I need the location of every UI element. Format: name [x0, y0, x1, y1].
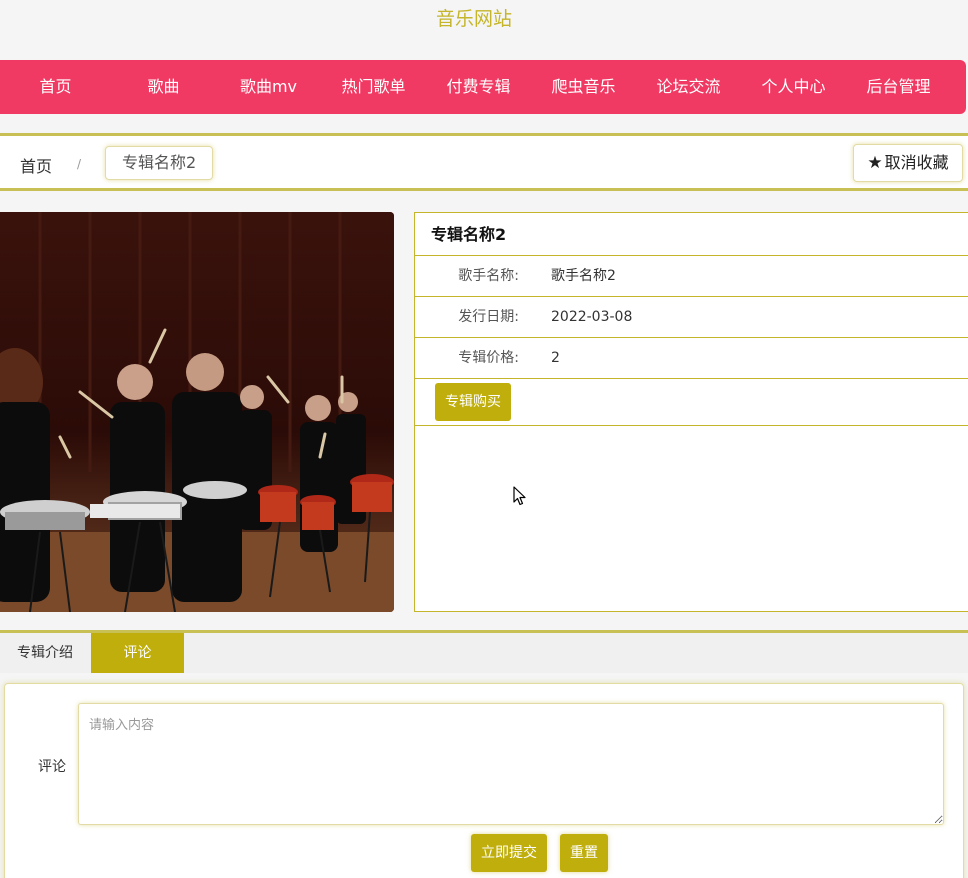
album-info-panel: 专辑名称2 歌手名称: 歌手名称2 发行日期: 2022-03-08 专辑价格:… [414, 212, 968, 612]
star-icon: ★ [867, 153, 883, 173]
release-date-value: 2022-03-08 [551, 309, 633, 325]
info-row-release-date: 发行日期: 2022-03-08 [415, 297, 968, 338]
nav-item-song-mv[interactable]: 歌曲mv [216, 60, 321, 114]
nav-item-hot-playlists[interactable]: 热门歌单 [321, 60, 426, 114]
release-date-label: 发行日期: [458, 309, 519, 325]
tab-album-intro[interactable]: 专辑介绍 [0, 633, 90, 673]
nav-item-personal-center[interactable]: 个人中心 [741, 60, 846, 114]
unfavorite-label: 取消收藏 [884, 153, 949, 172]
detail-tabs: 专辑介绍 评论 [0, 630, 968, 673]
nav-item-forum[interactable]: 论坛交流 [636, 60, 741, 114]
info-row-price: 专辑价格: 2 [415, 338, 968, 379]
breadcrumb-separator: / [77, 157, 82, 171]
comment-textarea[interactable] [78, 703, 944, 825]
mouse-cursor-icon [513, 486, 526, 506]
main-nav: 首页 歌曲 歌曲mv 热门歌单 付费专辑 爬虫音乐 论坛交流 个人中心 后台管理 [0, 60, 966, 114]
nav-item-admin[interactable]: 后台管理 [846, 60, 951, 114]
singer-value: 歌手名称2 [551, 268, 616, 284]
album-name: 专辑名称2 [415, 213, 968, 256]
nav-item-home[interactable]: 首页 [0, 60, 111, 114]
buy-album-button[interactable]: 专辑购买 [435, 383, 511, 421]
price-value: 2 [551, 350, 560, 366]
breadcrumb: 首页 / 专辑名称2 ★ 取消收藏 [0, 133, 968, 191]
unfavorite-button[interactable]: ★ 取消收藏 [853, 144, 963, 182]
singer-label: 歌手名称: [458, 268, 519, 284]
tab-comment[interactable]: 评论 [91, 633, 184, 673]
comment-form: 评论 立即提交 重置 [4, 683, 964, 878]
nav-item-paid-albums[interactable]: 付费专辑 [426, 60, 531, 114]
nav-item-songs[interactable]: 歌曲 [111, 60, 216, 114]
submit-comment-button[interactable]: 立即提交 [471, 834, 547, 872]
site-title: 音乐网站 [435, 8, 512, 30]
price-label: 专辑价格: [458, 350, 519, 366]
reset-button[interactable]: 重置 [560, 834, 608, 872]
breadcrumb-current: 专辑名称2 [105, 146, 214, 180]
buy-row: 专辑购买 [415, 379, 968, 426]
breadcrumb-home-link[interactable]: 首页 [20, 153, 52, 177]
album-cover-image [0, 212, 394, 612]
nav-item-crawler-music[interactable]: 爬虫音乐 [531, 60, 636, 114]
info-row-singer: 歌手名称: 歌手名称2 [415, 256, 968, 297]
comment-label: 评论 [38, 759, 66, 775]
